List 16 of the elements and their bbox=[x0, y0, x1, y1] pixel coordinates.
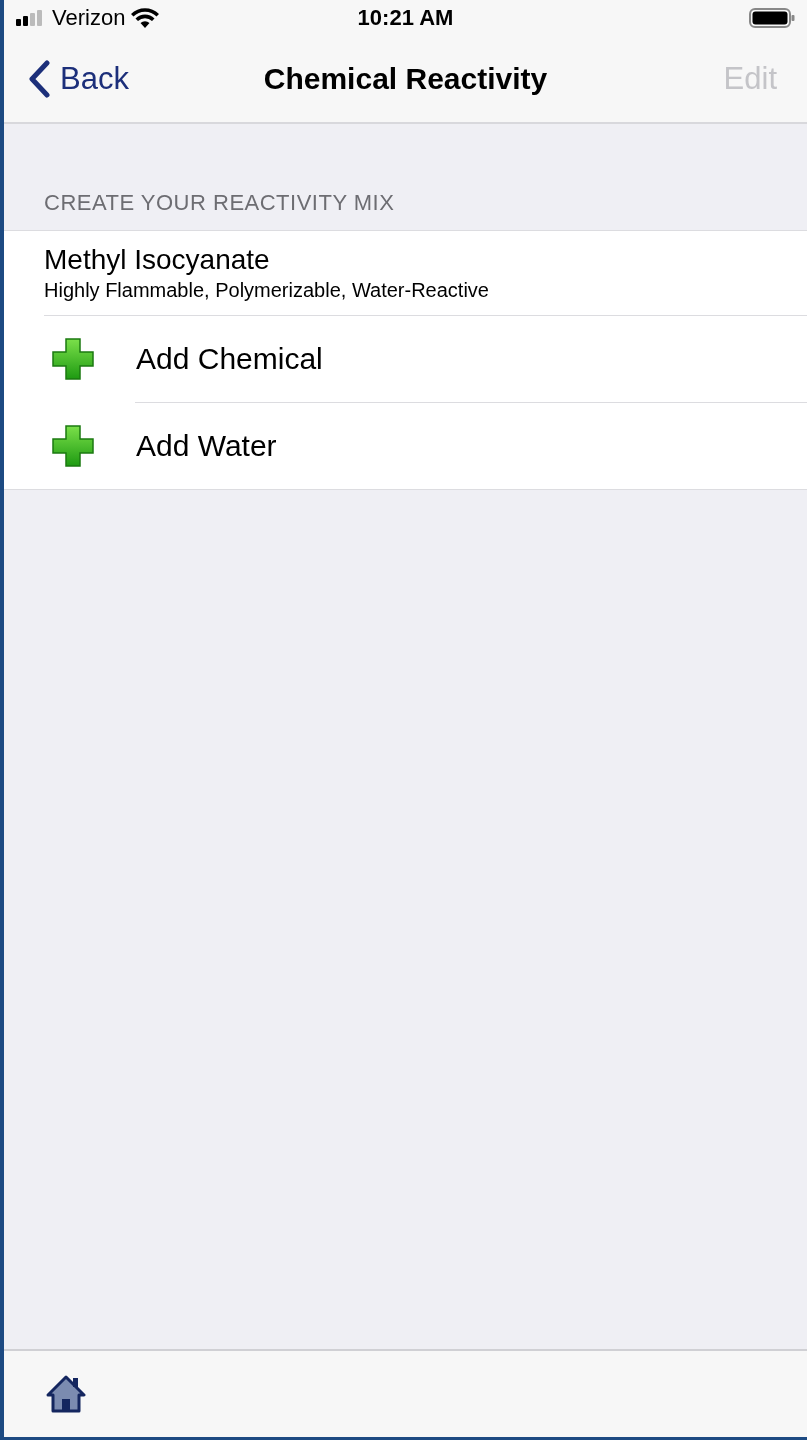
plus-icon bbox=[52, 425, 94, 467]
chevron-left-icon bbox=[28, 60, 50, 98]
battery-icon bbox=[749, 8, 795, 28]
home-tab[interactable] bbox=[46, 1375, 86, 1413]
back-button[interactable]: Back bbox=[28, 60, 129, 98]
carrier-name: Verizon bbox=[52, 5, 126, 31]
screen-title: Chemical Reactivity bbox=[263, 62, 548, 95]
section-header: CREATE YOUR REACTIVITY MIX bbox=[43, 190, 396, 217]
home-icon bbox=[46, 1375, 86, 1413]
chemical-name: Methyl Isocyanate bbox=[44, 244, 270, 276]
add-row[interactable]: Add Chemical bbox=[4, 316, 807, 402]
plus-icon bbox=[52, 338, 94, 380]
add-row[interactable]: Add Water bbox=[4, 403, 807, 489]
wifi-icon bbox=[131, 8, 160, 28]
clock-time: 10:21 AM bbox=[357, 5, 454, 30]
hazard-list: Highly Flammable, Polymerizable, Water-Reactive bbox=[44, 279, 489, 302]
